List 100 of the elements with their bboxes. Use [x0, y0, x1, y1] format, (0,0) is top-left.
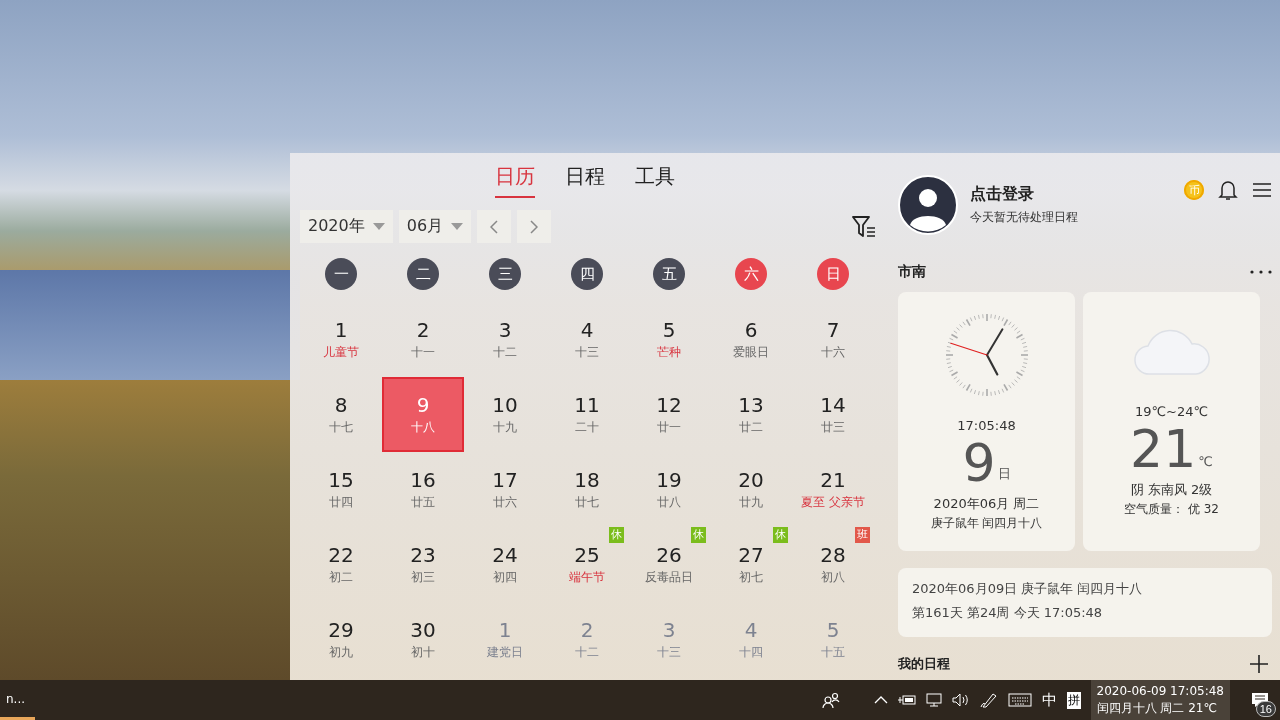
lunar-date: 十一	[411, 344, 435, 361]
caret-down-icon	[372, 223, 385, 230]
input-mode-indicator[interactable]: 中	[1041, 690, 1057, 710]
lunar-date: 廿九	[739, 494, 763, 511]
day-number: 24	[492, 543, 518, 567]
temperature-unit: ℃	[1198, 454, 1213, 469]
day-cell[interactable]: 26 反毒品日 休	[628, 527, 710, 602]
temperature-range: 19℃~24℃	[1134, 404, 1209, 419]
day-number: 8	[334, 393, 348, 417]
day-number: 1	[334, 318, 348, 342]
day-number: 27	[738, 543, 764, 567]
air-quality: 空气质量： 优 32	[1124, 501, 1219, 518]
lunar-date: 初十	[411, 644, 435, 661]
pen-icon[interactable]	[979, 692, 998, 708]
lunar-date: 廿五	[411, 494, 435, 511]
lunar-date: 廿三	[821, 419, 845, 436]
lunar-date: 廿二	[739, 419, 763, 436]
lunar-date: 十九	[493, 419, 517, 436]
day-number: 5	[826, 618, 840, 642]
day-cell[interactable]: 29 初九	[300, 602, 382, 677]
location-label: 市南	[898, 263, 926, 281]
day-number: 30	[410, 618, 436, 642]
day-cell[interactable]: 3 十二	[464, 302, 546, 377]
notification-button[interactable]: 16	[1240, 680, 1280, 720]
tab[interactable]: 工具	[635, 163, 675, 198]
day-cell[interactable]: 1 儿童节	[300, 302, 382, 377]
filter-icon[interactable]	[852, 215, 876, 238]
day-cell[interactable]: 19 廿八	[628, 452, 710, 527]
day-cell[interactable]: 25 端午节 休	[546, 527, 628, 602]
lunar-date: 初二	[329, 569, 353, 586]
holiday-badge: 休	[609, 527, 624, 543]
day-cell[interactable]: 7 十六	[792, 302, 874, 377]
month-dropdown[interactable]: 06月	[398, 210, 472, 243]
more-icon[interactable]	[1250, 270, 1272, 274]
lunar-date: 十六	[821, 344, 845, 361]
lunar-date: 建党日	[487, 644, 523, 661]
people-icon[interactable]	[821, 692, 840, 708]
bell-icon[interactable]	[1218, 179, 1238, 201]
avatar-icon[interactable]	[898, 175, 958, 235]
day-of-month: 9	[962, 435, 996, 491]
chevron-up-icon[interactable]	[873, 696, 888, 704]
year-dropdown[interactable]: 2020年	[300, 210, 393, 243]
day-cell[interactable]: 20 廿九	[710, 452, 792, 527]
lunar-date: 初八	[821, 569, 845, 586]
day-cell[interactable]: 16 廿五	[382, 452, 464, 527]
day-cell[interactable]: 8 十七	[300, 377, 382, 452]
lunar-date: 十三	[575, 344, 599, 361]
lunar-date: 廿一	[657, 419, 681, 436]
weekday-label: 一	[325, 258, 357, 290]
schedule-status: 今天暂无待处理日程	[970, 209, 1078, 226]
chevron-right-icon	[530, 219, 539, 234]
day-cell[interactable]: 12 廿一	[628, 377, 710, 452]
day-cell[interactable]: 11 二十	[546, 377, 628, 452]
day-cell[interactable]: 15 廿四	[300, 452, 382, 527]
tab[interactable]: 日程	[565, 163, 605, 198]
input-method-indicator[interactable]: 拼	[1066, 691, 1081, 709]
taskbar-clock[interactable]: 2020-06-09 17:05:48 闰四月十八 周二 21℃	[1090, 680, 1230, 720]
day-cell[interactable]: 14 廿三	[792, 377, 874, 452]
taskbar-app-button[interactable]: n...	[0, 680, 36, 720]
lunar-date: 十五	[821, 644, 845, 661]
day-number: 23	[410, 543, 436, 567]
menu-icon[interactable]	[1252, 182, 1272, 198]
day-cell[interactable]: 17 廿六	[464, 452, 546, 527]
lunar-date-line: 庚子鼠年 闰四月十八	[930, 515, 1043, 532]
day-cell[interactable]: 30 初十	[382, 602, 464, 677]
keyboard-icon[interactable]	[1007, 693, 1032, 707]
day-cell[interactable]: 6 爱眼日	[710, 302, 792, 377]
day-number: 20	[738, 468, 764, 492]
day-cell[interactable]: 24 初四	[464, 527, 546, 602]
day-cell[interactable]: 18 廿七	[546, 452, 628, 527]
day-number: 2	[580, 618, 594, 642]
full-date: 2020年06月09日 庚子鼠年 闰四月十八	[912, 580, 1144, 598]
day-cell[interactable]: 5 芒种	[628, 302, 710, 377]
weekday-label: 日	[817, 258, 849, 290]
day-cell[interactable]: 10 十九	[464, 377, 546, 452]
network-icon[interactable]	[925, 693, 942, 707]
day-number: 17	[492, 468, 518, 492]
holiday-badge: 休	[691, 527, 706, 543]
day-cell[interactable]: 27 初七 休	[710, 527, 792, 602]
day-cell[interactable]: 2 十一	[382, 302, 464, 377]
battery-icon[interactable]	[897, 694, 916, 706]
speaker-icon[interactable]	[951, 693, 970, 707]
lunar-date: 十八	[411, 419, 435, 436]
day-cell[interactable]: 22 初二	[300, 527, 382, 602]
day-cell[interactable]: 21 夏至 父亲节	[792, 452, 874, 527]
login-link[interactable]: 点击登录	[970, 184, 1078, 205]
lunar-date: 十二	[575, 644, 599, 661]
add-icon[interactable]	[1250, 655, 1268, 673]
day-cell[interactable]: 4 十三	[546, 302, 628, 377]
day-cell[interactable]: 13 廿二	[710, 377, 792, 452]
current-temperature: 21	[1130, 421, 1197, 477]
tab[interactable]: 日历	[495, 163, 535, 198]
digital-time: 17:05:48	[957, 418, 1016, 433]
day-unit: 日	[997, 465, 1011, 483]
chevron-left-icon	[490, 219, 499, 234]
lunar-date: 初四	[493, 569, 517, 586]
day-number: 7	[826, 318, 840, 342]
day-cell[interactable]: 28 初八 班	[792, 527, 874, 602]
day-number: 2	[416, 318, 430, 342]
day-cell[interactable]: 23 初三	[382, 527, 464, 602]
